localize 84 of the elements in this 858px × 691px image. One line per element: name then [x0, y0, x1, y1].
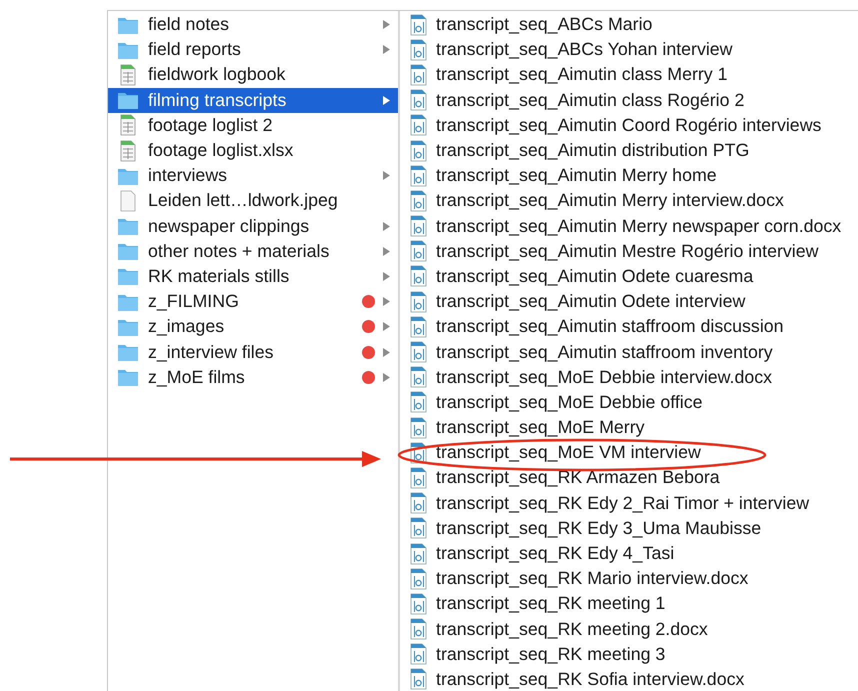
file-name: transcript_seq_RK Edy 4_Tasi — [436, 543, 674, 564]
file-name: transcript_seq_RK Edy 3_Uma Maubisse — [436, 518, 762, 539]
file-row[interactable]: transcript_seq_ABCs Yohan interview — [400, 37, 858, 62]
file-row[interactable]: RK materials stills — [108, 264, 398, 290]
file-row[interactable]: transcript_seq_RK Mario interview.docx — [400, 566, 858, 592]
file-name: transcript_seq_Aimutin class Rogério 2 — [436, 90, 744, 111]
file-row[interactable]: transcript_seq_MoE Debbie interview.docx — [400, 364, 858, 390]
file-name: z_images — [148, 316, 224, 338]
file-row[interactable]: footage loglist 2 — [108, 112, 398, 138]
file-name: footage loglist.xlsx — [148, 140, 294, 162]
file-name: transcript_seq_MoE Debbie interview.docx — [436, 366, 772, 388]
file-row[interactable]: transcript_seq_Aimutin Merry newspaper corn.docx — [400, 214, 858, 239]
file-row[interactable]: footage loglist.xlsx — [108, 138, 398, 164]
file-name: transcript_seq_Aimutin Odete interview — [436, 291, 746, 312]
file-row[interactable]: transcript_seq_Aimutin Mestre Rogério interview — [400, 238, 858, 264]
file-name: RK materials stills — [148, 266, 290, 287]
file-row[interactable]: z_images — [108, 314, 398, 340]
file-row[interactable]: fieldwork logbook — [108, 62, 398, 88]
file-row[interactable]: z_FILMING — [108, 289, 398, 314]
file-row[interactable]: transcript_seq_RK meeting 1 — [400, 591, 858, 616]
file-row[interactable]: transcript_seq_Aimutin Odete cuaresma — [400, 264, 858, 290]
file-name: Leiden lett…ldwork.jpeg — [148, 190, 338, 212]
file-name: transcript_seq_RK Mario interview.docx — [436, 568, 748, 590]
file-row[interactable]: transcript_seq_Aimutin staffroom discussion — [400, 314, 858, 340]
file-row[interactable]: z_MoE films — [108, 364, 398, 390]
file-row[interactable]: transcript_seq_MoE VM interview — [400, 440, 858, 466]
file-row[interactable]: transcript_seq_MoE Merry — [400, 415, 858, 440]
file-name: z_interview files — [148, 342, 274, 363]
file-row[interactable]: Leiden lett…ldwork.jpeg — [108, 188, 398, 214]
file-name: footage loglist 2 — [148, 114, 273, 136]
file-row[interactable]: transcript_seq_RK Sofia interview.docx — [400, 666, 858, 691]
file-name: transcript_seq_ABCs Mario — [436, 14, 652, 36]
file-name: transcript_seq_ABCs Yohan interview — [436, 39, 733, 60]
file-row[interactable]: transcript_seq_Aimutin Merry interview.docx — [400, 188, 858, 214]
file-name: transcript_seq_Aimutin staffroom discussion — [436, 316, 784, 338]
file-name: transcript_seq_Aimutin distribution PTG — [436, 140, 750, 162]
file-row[interactable]: transcript_seq_RK Edy 2_Rai Timor + interview — [400, 490, 858, 516]
file-name: z_FILMING — [148, 291, 239, 312]
file-name: other notes + materials — [148, 240, 330, 262]
file-name: z_MoE films — [148, 366, 245, 388]
file-row[interactable]: transcript_seq_RK meeting 3 — [400, 642, 858, 667]
file-row[interactable]: z_interview files — [108, 339, 398, 365]
file-name: transcript_seq_RK meeting 3 — [436, 644, 666, 665]
file-row[interactable]: transcript_seq_Aimutin Merry home — [400, 163, 858, 188]
file-row[interactable]: transcript_seq_RK Armazen Bebora — [400, 465, 858, 491]
file-name: transcript_seq_MoE Merry — [436, 417, 645, 438]
file-name: interviews — [148, 165, 228, 186]
file-row[interactable]: filming transcripts — [108, 88, 398, 113]
file-name: transcript_seq_Aimutin Mestre Rogério interview — [436, 240, 818, 262]
file-name: transcript_seq_RK meeting 2.docx — [436, 618, 708, 640]
file-row[interactable]: transcript_seq_Aimutin distribution PTG — [400, 138, 858, 164]
file-name: transcript_seq_Aimutin Coord Rogério interviews — [436, 114, 822, 136]
file-name: transcript_seq_Aimutin Merry newspaper corn.docx — [436, 216, 842, 237]
file-row[interactable]: transcript_seq_Aimutin Coord Rogério interviews — [400, 112, 858, 138]
file-row[interactable]: other notes + materials — [108, 238, 398, 264]
file-row[interactable]: transcript_seq_MoE Debbie office — [400, 390, 858, 415]
file-name: transcript_seq_Aimutin Merry interview.docx — [436, 190, 784, 212]
file-row[interactable]: field reports — [108, 37, 398, 62]
file-name: transcript_seq_RK meeting 1 — [436, 593, 666, 614]
file-name: transcript_seq_Aimutin Merry home — [436, 165, 717, 186]
file-name: fieldwork logbook — [148, 64, 286, 86]
file-row[interactable]: transcript_seq_Aimutin class Rogério 2 — [400, 88, 858, 113]
file-name: transcript_seq_MoE Debbie office — [436, 392, 703, 413]
file-name: transcript_seq_Aimutin class Merry 1 — [436, 64, 728, 86]
file-name: newspaper clippings — [148, 216, 310, 237]
file-row[interactable]: transcript_seq_RK Edy 3_Uma Maubisse — [400, 516, 858, 541]
file-name: transcript_seq_RK Armazen Bebora — [436, 467, 720, 488]
file-row[interactable]: transcript_seq_RK meeting 2.docx — [400, 616, 858, 642]
file-row[interactable]: newspaper clippings — [108, 214, 398, 239]
file-row[interactable]: transcript_seq_Aimutin class Merry 1 — [400, 62, 858, 88]
file-name: transcript_seq_RK Edy 2_Rai Timor + interview — [436, 492, 810, 514]
file-name: field notes — [148, 14, 230, 36]
file-name: filming transcripts — [148, 90, 286, 111]
file-row[interactable]: transcript_seq_RK Edy 4_Tasi — [400, 540, 858, 566]
file-row[interactable]: transcript_seq_ABCs Mario — [400, 12, 858, 38]
file-row[interactable]: transcript_seq_Aimutin staffroom inventory — [400, 339, 858, 365]
file-row[interactable]: interviews — [108, 163, 398, 188]
file-name: transcript_seq_Aimutin staffroom inventory — [436, 342, 773, 363]
file-name: transcript_seq_Aimutin Odete cuaresma — [436, 266, 754, 287]
file-name: transcript_seq_MoE VM interview — [436, 442, 701, 464]
file-name: field reports — [148, 39, 241, 60]
file-row[interactable]: field notes — [108, 12, 398, 38]
file-row[interactable]: transcript_seq_Aimutin Odete interview — [400, 289, 858, 314]
file-name: transcript_seq_RK Sofia interview.docx — [436, 668, 744, 690]
